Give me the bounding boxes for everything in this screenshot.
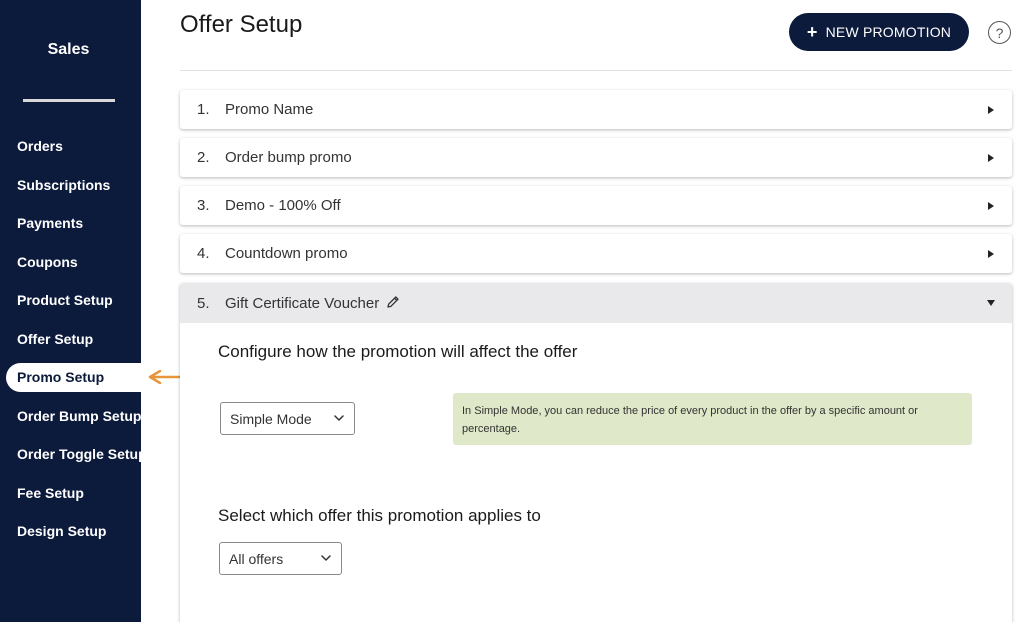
sidebar: Sales Orders Subscriptions Payments Coup… xyxy=(0,0,151,622)
promo-row-2[interactable]: 2. Order bump promo xyxy=(180,138,1012,177)
new-promotion-button[interactable]: + NEW PROMOTION xyxy=(789,13,969,51)
sidebar-item-offer-setup[interactable]: Offer Setup xyxy=(17,329,93,349)
offer-select[interactable]: All offers xyxy=(219,542,342,575)
info-prefix: In xyxy=(462,405,475,417)
pencil-icon[interactable] xyxy=(386,295,400,309)
sidebar-item-order-toggle-setup[interactable]: Order Toggle Setup xyxy=(17,444,147,464)
promo-row-1[interactable]: 1. Promo Name xyxy=(180,90,1012,129)
promo-number: 4. xyxy=(197,245,210,262)
mode-select-value: Simple Mode xyxy=(230,410,312,427)
promo-name: Order bump promo xyxy=(225,149,352,166)
caret-right-icon xyxy=(988,105,994,114)
promo-row-3[interactable]: 3. Demo - 100% Off xyxy=(180,186,1012,225)
promo-row-4[interactable]: 4. Countdown promo xyxy=(180,234,1012,273)
configure-heading: Configure how the promotion will affect … xyxy=(218,342,578,361)
sidebar-item-payments[interactable]: Payments xyxy=(17,213,83,233)
page-title: Offer Setup xyxy=(180,11,303,38)
caret-right-icon xyxy=(988,153,994,162)
promo-row-5[interactable]: 5. Gift Certificate Voucher xyxy=(180,283,1012,323)
promo-name: Gift Certificate Voucher xyxy=(225,294,380,312)
caret-right-icon xyxy=(988,249,994,258)
mode-select[interactable]: Simple Mode xyxy=(220,402,355,435)
header-divider xyxy=(180,70,1012,71)
sidebar-item-fee-setup[interactable]: Fee Setup xyxy=(17,483,84,503)
promo-name: Countdown promo xyxy=(225,245,348,262)
chevron-down-icon xyxy=(334,415,344,421)
promo-number: 2. xyxy=(197,149,210,166)
sidebar-item-coupons[interactable]: Coupons xyxy=(17,252,78,272)
sidebar-item-subscriptions[interactable]: Subscriptions xyxy=(17,175,110,195)
plus-icon: + xyxy=(806,22,818,42)
promo-number: 1. xyxy=(197,101,210,118)
promo-name: Demo - 100% Off xyxy=(225,197,341,214)
promo-panel-expanded: 5. Gift Certificate Voucher Configure ho… xyxy=(180,283,1012,622)
sidebar-item-orders[interactable]: Orders xyxy=(17,136,63,156)
promo-name: Promo Name xyxy=(225,101,314,118)
mode-info-box: In Simple Mode, you can reduce the price… xyxy=(453,393,972,445)
promo-number: 3. xyxy=(197,197,210,214)
new-promotion-label: NEW PROMOTION xyxy=(825,24,952,40)
sidebar-item-product-setup[interactable]: Product Setup xyxy=(17,290,113,310)
offer-select-value: All offers xyxy=(229,550,284,567)
sidebar-item-promo-setup[interactable]: Promo Setup xyxy=(6,363,151,392)
chevron-down-icon xyxy=(321,555,331,561)
caret-down-icon xyxy=(987,300,995,306)
caret-right-icon xyxy=(988,201,994,210)
help-icon[interactable]: ? xyxy=(988,21,1011,44)
promo-number: 5. xyxy=(197,294,210,312)
sidebar-item-order-bump-setup[interactable]: Order Bump Setup xyxy=(17,406,141,426)
sidebar-item-design-setup[interactable]: Design Setup xyxy=(17,521,106,541)
info-mode-name: Simple Mode xyxy=(474,405,539,417)
sidebar-brand: Sales xyxy=(47,41,90,58)
offer-heading: Select which offer this promotion applie… xyxy=(218,506,541,525)
sidebar-divider xyxy=(23,99,115,102)
